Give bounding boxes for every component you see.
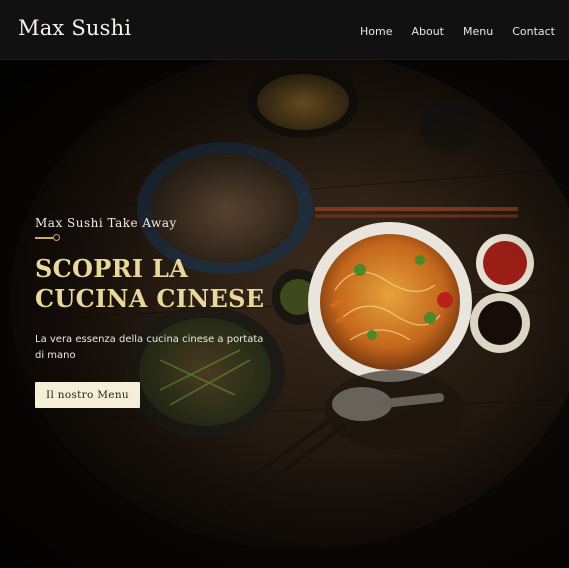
hero-eyebrow: Max Sushi Take Away bbox=[35, 216, 177, 230]
nav-menu[interactable]: Menu bbox=[463, 25, 493, 38]
hero-section bbox=[0, 60, 569, 568]
hero-headline: SCOPRI LA CUCINA CINESE bbox=[35, 254, 295, 314]
hero-background-image bbox=[0, 60, 569, 568]
hero-headline-line1: SCOPRI LA bbox=[35, 254, 189, 283]
site-header: Max Sushi Home About Menu Contact bbox=[0, 0, 569, 60]
menu-cta-button[interactable]: Il nostro Menu bbox=[35, 382, 140, 408]
divider-ornament-icon bbox=[35, 233, 61, 243]
main-nav: Home About Menu Contact bbox=[341, 25, 555, 38]
hero-description: La vera essenza della cucina cinese a po… bbox=[35, 334, 264, 361]
logo[interactable]: Max Sushi bbox=[18, 16, 131, 40]
nav-home[interactable]: Home bbox=[360, 25, 392, 38]
nav-contact[interactable]: Contact bbox=[512, 25, 555, 38]
nav-about[interactable]: About bbox=[411, 25, 444, 38]
hero-headline-line2: CUCINA CINESE bbox=[35, 284, 265, 313]
